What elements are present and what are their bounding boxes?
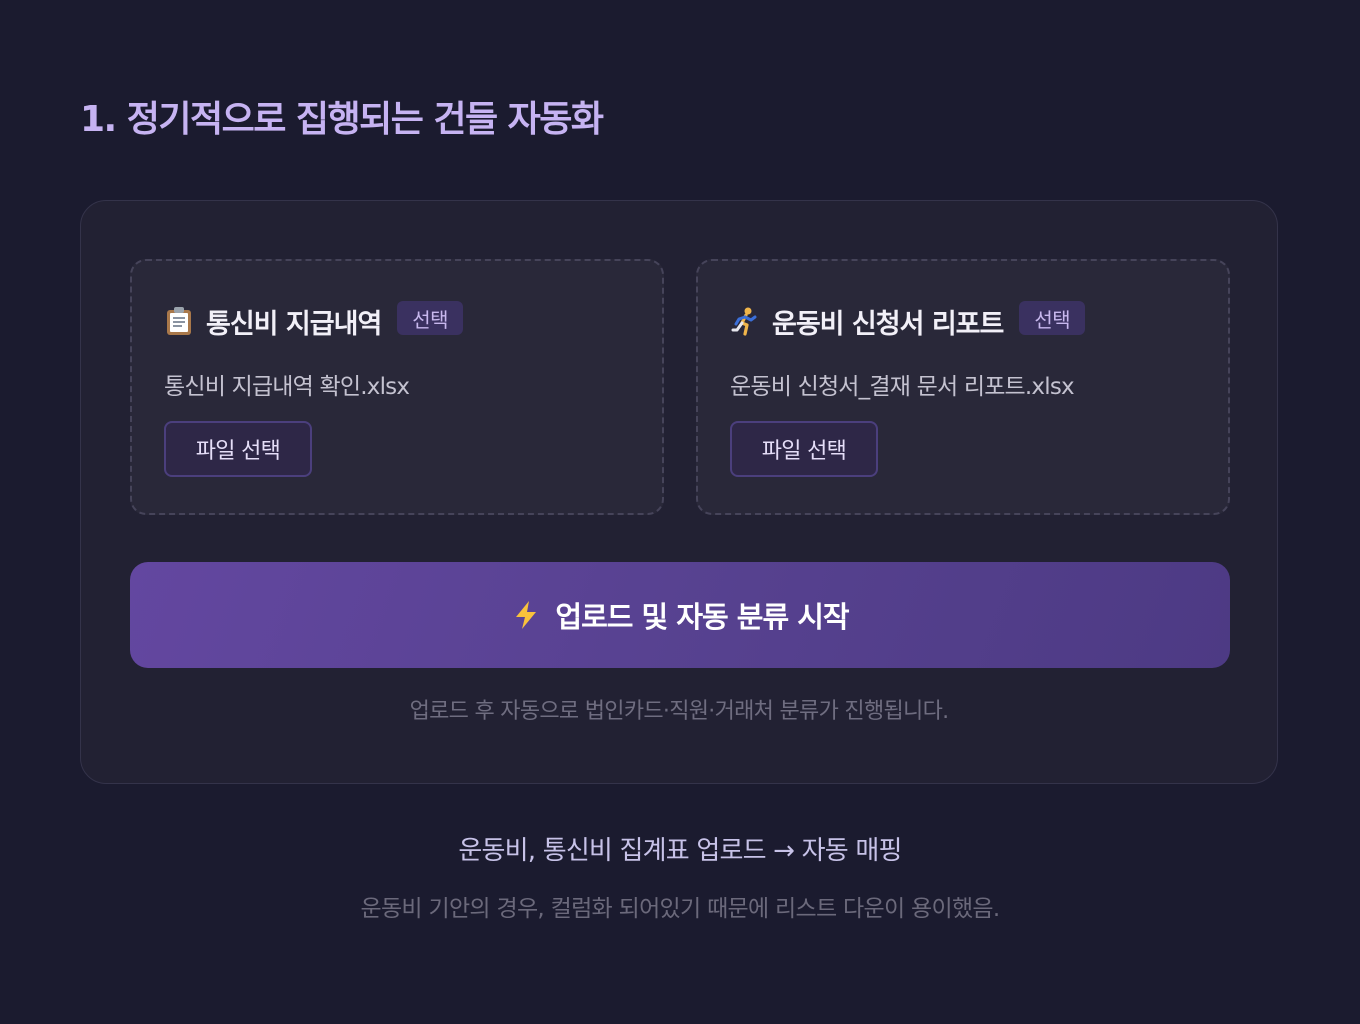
choose-file-button[interactable]: 파일 선택: [730, 421, 878, 477]
card-title: 통신비 지급내역: [206, 308, 382, 340]
upload-panel: 통신비 지급내역 선택 통신비 지급내역 확인.xlsx 파일 선택 운동비 신…: [80, 200, 1278, 784]
caption-description: 운동비 기안의 경우, 컬럼화 되어있기 때문에 리스트 다운이 용이했음.: [360, 896, 1001, 922]
select-badge: 선택: [1019, 301, 1086, 335]
section-title: 1. 정기적으로 집행되는 건들 자동화: [80, 99, 604, 140]
file-card-exercise: 운동비 신청서 리포트 선택 운동비 신청서_결재 문서 리포트.xlsx 파일…: [696, 259, 1230, 515]
choose-file-button[interactable]: 파일 선택: [164, 421, 312, 477]
clipboard-icon: [164, 306, 194, 336]
select-badge: 선택: [397, 301, 464, 335]
running-person-icon: [730, 306, 760, 336]
card-title: 운동비 신청서 리포트: [772, 308, 1004, 340]
card-header: 운동비 신청서 리포트 선택: [730, 301, 1086, 340]
file-name: 운동비 신청서_결재 문서 리포트.xlsx: [730, 374, 1075, 400]
caption-title: 운동비, 통신비 집계표 업로드 → 자동 매핑: [458, 836, 902, 866]
file-name: 통신비 지급내역 확인.xlsx: [164, 374, 410, 400]
upload-classify-button[interactable]: 업로드 및 자동 분류 시작: [130, 562, 1230, 668]
helper-text: 업로드 후 자동으로 법인카드·직원·거래처 분류가 진행됩니다.: [409, 699, 950, 724]
upload-classify-label: 업로드 및 자동 분류 시작: [555, 600, 849, 634]
card-header: 통신비 지급내역 선택: [164, 301, 464, 340]
file-card-telecom: 통신비 지급내역 선택 통신비 지급내역 확인.xlsx 파일 선택: [130, 259, 664, 515]
lightning-icon: [511, 600, 541, 630]
